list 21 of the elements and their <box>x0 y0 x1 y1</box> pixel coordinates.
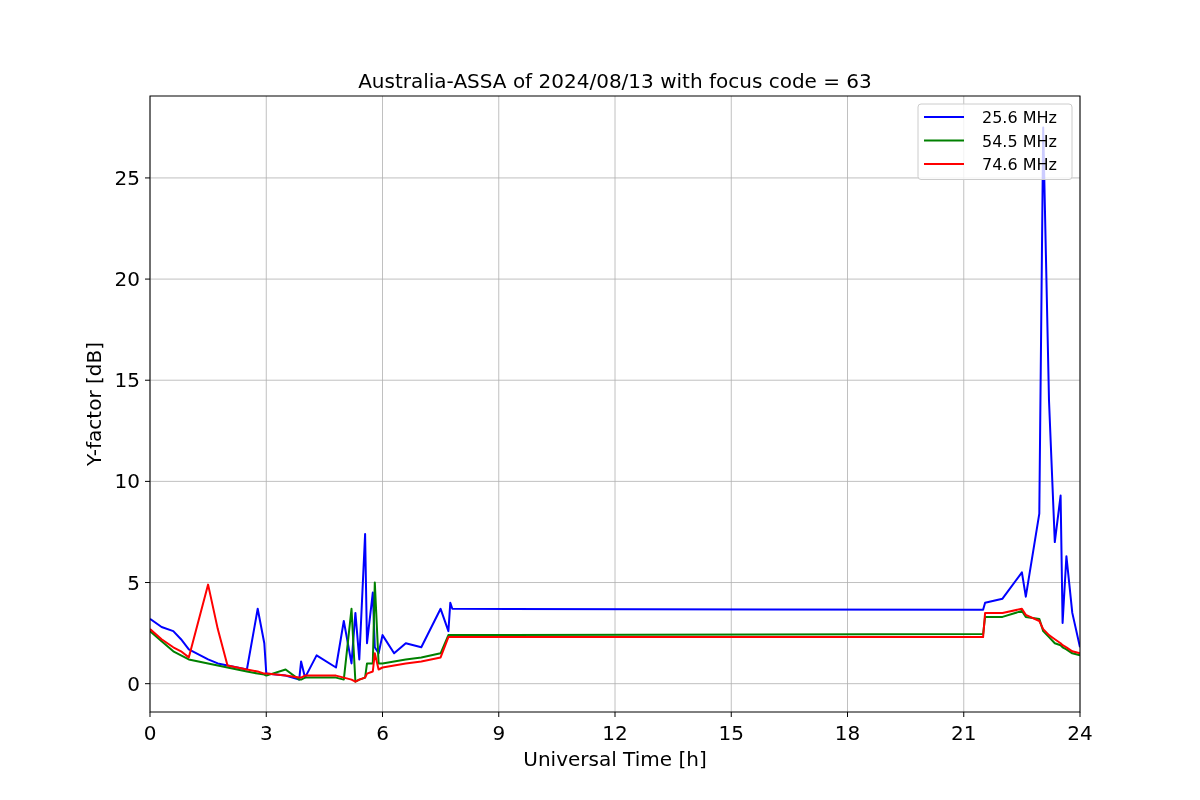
legend-label: 54.5 MHz <box>982 131 1057 151</box>
tick-label: 25 <box>114 165 140 190</box>
chart-title: Australia-ASSA of 2024/08/13 with focus code = 63 <box>358 69 872 93</box>
y-axis-label: Y-factor [dB] <box>82 342 106 466</box>
tick-label: 20 <box>114 267 140 292</box>
tick-label: 6 <box>376 721 389 745</box>
tick-label: 9 <box>492 721 506 745</box>
tick-label: 0 <box>143 721 157 745</box>
tick-label: 12 <box>602 721 628 745</box>
tick-label: 24 <box>1067 721 1093 745</box>
tick-label: 15 <box>718 721 744 745</box>
tick-label: 21 <box>951 721 977 745</box>
x-axis-label: Universal Time [h] <box>523 747 707 771</box>
tick-label: 0 <box>127 671 140 696</box>
legend-label: 25.6 MHz <box>982 108 1057 127</box>
tick-label: 15 <box>114 368 140 393</box>
tick-label: 5 <box>127 570 140 595</box>
tick-label: 3 <box>259 721 273 745</box>
tick-label: 10 <box>114 469 140 494</box>
tick-label: 18 <box>834 721 861 745</box>
legend-label: 74.6 MHz <box>982 155 1057 174</box>
